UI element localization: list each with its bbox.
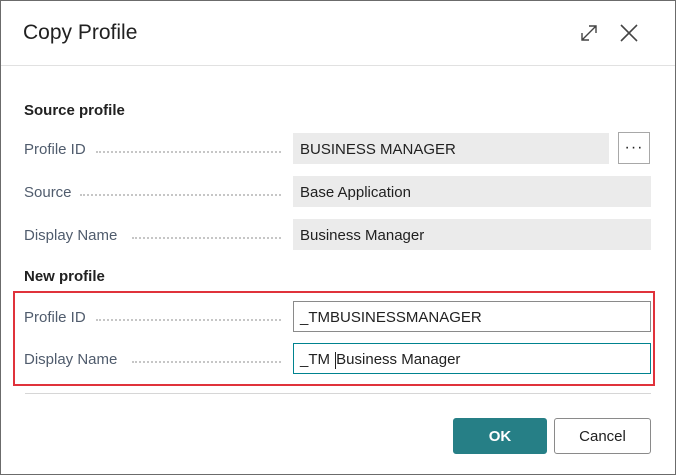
source-row: Source Base Application xyxy=(24,176,651,209)
source-profile-id-value: BUSINESS MANAGER xyxy=(293,133,609,164)
header-divider xyxy=(1,65,675,66)
dialog-title: Copy Profile xyxy=(23,21,138,44)
input-text-after-caret: Business Manager xyxy=(336,351,461,368)
footer-divider xyxy=(25,393,651,394)
source-profile-heading: Source profile xyxy=(24,102,125,119)
field-label: Source xyxy=(24,184,72,201)
copy-profile-dialog: Copy Profile Source profile Profile ID B… xyxy=(0,0,676,475)
ok-button[interactable]: OK xyxy=(453,418,547,454)
new-display-name-row: Display Name _TM Business Manager xyxy=(24,343,651,376)
profile-lookup-button[interactable]: ··· xyxy=(618,132,650,164)
expand-button[interactable] xyxy=(575,19,603,47)
new-profile-id-row: Profile ID _TMBUSINESSMANAGER xyxy=(24,301,651,334)
leader-dots xyxy=(96,319,281,321)
leader-dots xyxy=(80,194,281,196)
leader-dots xyxy=(132,361,281,363)
new-profile-id-input[interactable]: _TMBUSINESSMANAGER xyxy=(293,301,651,332)
source-display-name-row: Display Name Business Manager xyxy=(24,219,651,252)
field-label: Profile ID xyxy=(24,309,86,326)
source-value: Base Application xyxy=(293,176,651,207)
source-profile-id-row: Profile ID BUSINESS MANAGER ··· xyxy=(24,132,651,166)
leader-dots xyxy=(96,151,281,153)
source-display-name-value: Business Manager xyxy=(293,219,651,250)
input-text-before-caret: _TM xyxy=(300,351,335,368)
close-button[interactable] xyxy=(615,19,643,47)
leader-dots xyxy=(132,237,281,239)
close-icon xyxy=(620,24,638,42)
new-display-name-input[interactable]: _TM Business Manager xyxy=(293,343,651,374)
cancel-button[interactable]: Cancel xyxy=(554,418,651,454)
expand-icon xyxy=(581,25,597,41)
new-profile-heading: New profile xyxy=(24,268,105,285)
field-label: Profile ID xyxy=(24,141,86,158)
field-label: Display Name xyxy=(24,227,118,244)
field-label: Display Name xyxy=(24,351,118,368)
